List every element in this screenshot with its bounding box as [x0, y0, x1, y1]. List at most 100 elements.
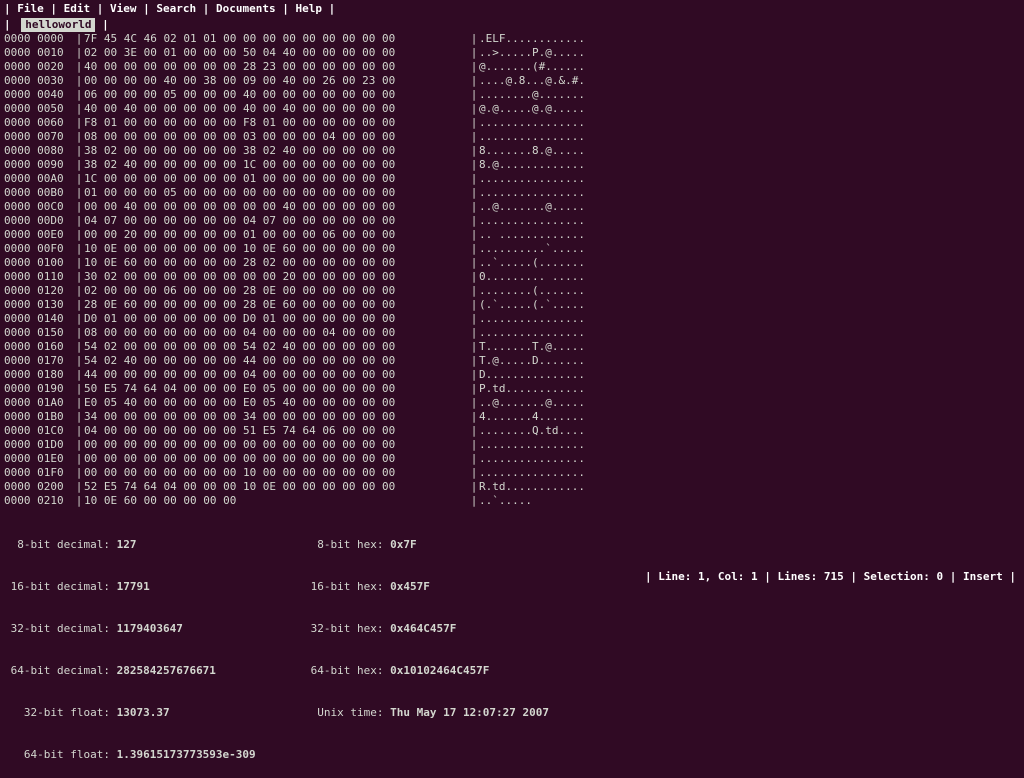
hex-bytes[interactable]: 40 00 40 00 00 00 00 00 40 00 40 00 00 0… — [84, 102, 469, 116]
hex-row[interactable]: 0000 00C0|00 00 40 00 00 00 00 00 00 00 … — [4, 200, 1020, 214]
ascii-bytes[interactable]: ..>.....P.@..... — [479, 46, 585, 60]
hex-row[interactable]: 0000 0040|06 00 00 00 05 00 00 00 40 00 … — [4, 88, 1020, 102]
hex-bytes[interactable]: 00 00 00 00 00 00 00 00 00 00 00 00 00 0… — [84, 438, 469, 452]
hex-bytes[interactable]: 50 E5 74 64 04 00 00 00 E0 05 00 00 00 0… — [84, 382, 469, 396]
ascii-bytes[interactable]: R.td............ — [479, 480, 585, 494]
hex-bytes[interactable]: 04 00 00 00 00 00 00 00 51 E5 74 64 06 0… — [84, 424, 469, 438]
hex-row[interactable]: 0000 0020|40 00 00 00 00 00 00 00 28 23 … — [4, 60, 1020, 74]
hex-bytes[interactable]: 08 00 00 00 00 00 00 00 04 00 00 00 04 0… — [84, 326, 469, 340]
hex-row[interactable]: 0000 0090|38 02 40 00 00 00 00 00 1C 00 … — [4, 158, 1020, 172]
menu-edit[interactable]: Edit — [64, 2, 91, 15]
hex-row[interactable]: 0000 00D0|04 07 00 00 00 00 00 00 04 07 … — [4, 214, 1020, 228]
ascii-bytes[interactable]: 0......... ..... — [479, 270, 585, 284]
menu-help[interactable]: Help — [295, 2, 322, 15]
hex-bytes[interactable]: 00 00 40 00 00 00 00 00 00 00 40 00 00 0… — [84, 200, 469, 214]
hex-row[interactable]: 0000 0060|F8 01 00 00 00 00 00 00 F8 01 … — [4, 116, 1020, 130]
hex-bytes[interactable]: D0 01 00 00 00 00 00 00 D0 01 00 00 00 0… — [84, 312, 469, 326]
hex-bytes[interactable]: 10 0E 00 00 00 00 00 00 10 0E 60 00 00 0… — [84, 242, 469, 256]
hex-bytes[interactable]: 00 00 00 00 40 00 38 00 09 00 40 00 26 0… — [84, 74, 469, 88]
ascii-bytes[interactable]: ................ — [479, 130, 585, 144]
ascii-bytes[interactable]: ................ — [479, 452, 585, 466]
hex-row[interactable]: 0000 0080|38 02 00 00 00 00 00 00 38 02 … — [4, 144, 1020, 158]
hex-row[interactable]: 0000 0200|52 E5 74 64 04 00 00 00 10 0E … — [4, 480, 1020, 494]
hex-bytes[interactable]: 54 02 40 00 00 00 00 00 44 00 00 00 00 0… — [84, 354, 469, 368]
hex-bytes[interactable]: 00 00 00 00 00 00 00 00 10 00 00 00 00 0… — [84, 466, 469, 480]
ascii-bytes[interactable]: P.td............ — [479, 382, 585, 396]
hex-row[interactable]: 0000 01E0|00 00 00 00 00 00 00 00 00 00 … — [4, 452, 1020, 466]
ascii-bytes[interactable]: D............... — [479, 368, 585, 382]
hex-bytes[interactable]: 38 02 00 00 00 00 00 00 38 02 40 00 00 0… — [84, 144, 469, 158]
hex-row[interactable]: 0000 00A0|1C 00 00 00 00 00 00 00 01 00 … — [4, 172, 1020, 186]
ascii-bytes[interactable]: ................ — [479, 172, 585, 186]
ascii-bytes[interactable]: ........Q.td.... — [479, 424, 585, 438]
ascii-bytes[interactable]: 8.......8.@..... — [479, 144, 585, 158]
hex-bytes[interactable]: 44 00 00 00 00 00 00 00 04 00 00 00 00 0… — [84, 368, 469, 382]
hex-row[interactable]: 0000 0150|08 00 00 00 00 00 00 00 04 00 … — [4, 326, 1020, 340]
ascii-bytes[interactable]: ................ — [479, 438, 585, 452]
hex-bytes[interactable]: 01 00 00 00 05 00 00 00 00 00 00 00 00 0… — [84, 186, 469, 200]
hex-row[interactable]: 0000 0170|54 02 40 00 00 00 00 00 44 00 … — [4, 354, 1020, 368]
hex-bytes[interactable]: 00 00 20 00 00 00 00 00 01 00 00 00 06 0… — [84, 228, 469, 242]
hex-row[interactable]: 0000 0030|00 00 00 00 40 00 38 00 09 00 … — [4, 74, 1020, 88]
ascii-bytes[interactable]: ..@.......@..... — [479, 396, 585, 410]
hex-bytes[interactable]: 1C 00 00 00 00 00 00 00 01 00 00 00 00 0… — [84, 172, 469, 186]
ascii-bytes[interactable]: ................ — [479, 214, 585, 228]
hex-row[interactable]: 0000 0210|10 0E 60 00 00 00 00 00|..`...… — [4, 494, 1020, 508]
hex-bytes[interactable]: 02 00 3E 00 01 00 00 00 50 04 40 00 00 0… — [84, 46, 469, 60]
menu-view[interactable]: View — [110, 2, 137, 15]
hex-row[interactable]: 0000 0110|30 02 00 00 00 00 00 00 00 00 … — [4, 270, 1020, 284]
ascii-bytes[interactable]: ........(....... — [479, 284, 585, 298]
hex-row[interactable]: 0000 0180|44 00 00 00 00 00 00 00 04 00 … — [4, 368, 1020, 382]
ascii-bytes[interactable]: @.......(#...... — [479, 60, 585, 74]
hex-row[interactable]: 0000 0130|28 0E 60 00 00 00 00 00 28 0E … — [4, 298, 1020, 312]
hex-row[interactable]: 0000 01F0|00 00 00 00 00 00 00 00 10 00 … — [4, 466, 1020, 480]
hex-row[interactable]: 0000 00E0|00 00 20 00 00 00 00 00 01 00 … — [4, 228, 1020, 242]
ascii-bytes[interactable]: ................ — [479, 116, 585, 130]
ascii-bytes[interactable]: .ELF............ — [479, 32, 585, 46]
hex-row[interactable]: 0000 0120|02 00 00 00 06 00 00 00 28 0E … — [4, 284, 1020, 298]
menu-file[interactable]: File — [17, 2, 44, 15]
hex-row[interactable]: 0000 00B0|01 00 00 00 05 00 00 00 00 00 … — [4, 186, 1020, 200]
hex-bytes[interactable]: 38 02 40 00 00 00 00 00 1C 00 00 00 00 0… — [84, 158, 469, 172]
hex-bytes[interactable]: 40 00 00 00 00 00 00 00 28 23 00 00 00 0… — [84, 60, 469, 74]
hex-bytes[interactable]: 7F 45 4C 46 02 01 01 00 00 00 00 00 00 0… — [84, 32, 469, 46]
hex-bytes[interactable]: 30 02 00 00 00 00 00 00 00 00 20 00 00 0… — [84, 270, 469, 284]
hex-bytes[interactable]: 52 E5 74 64 04 00 00 00 10 0E 00 00 00 0… — [84, 480, 469, 494]
ascii-bytes[interactable]: 4.......4....... — [479, 410, 585, 424]
ascii-bytes[interactable]: ........@....... — [479, 88, 585, 102]
hex-row[interactable]: 0000 0140|D0 01 00 00 00 00 00 00 D0 01 … — [4, 312, 1020, 326]
hex-row[interactable]: 0000 00F0|10 0E 00 00 00 00 00 00 10 0E … — [4, 242, 1020, 256]
hex-bytes[interactable]: 10 0E 60 00 00 00 00 00 — [84, 494, 469, 508]
ascii-bytes[interactable]: @.@.....@.@..... — [479, 102, 585, 116]
hex-row[interactable]: 0000 0010|02 00 3E 00 01 00 00 00 50 04 … — [4, 46, 1020, 60]
hex-row[interactable]: 0000 0100|10 0E 60 00 00 00 00 00 28 02 … — [4, 256, 1020, 270]
ascii-bytes[interactable]: ................ — [479, 466, 585, 480]
hex-bytes[interactable]: F8 01 00 00 00 00 00 00 F8 01 00 00 00 0… — [84, 116, 469, 130]
menu-search[interactable]: Search — [156, 2, 196, 15]
ascii-bytes[interactable]: ................ — [479, 186, 585, 200]
hex-bytes[interactable]: 34 00 00 00 00 00 00 00 34 00 00 00 00 0… — [84, 410, 469, 424]
ascii-bytes[interactable]: 8.@............. — [479, 158, 585, 172]
menu-documents[interactable]: Documents — [216, 2, 276, 15]
hex-row[interactable]: 0000 0000|7F 45 4C 46 02 01 01 00 00 00 … — [4, 32, 1020, 46]
hex-row[interactable]: 0000 01C0|04 00 00 00 00 00 00 00 51 E5 … — [4, 424, 1020, 438]
hex-row[interactable]: 0000 0050|40 00 40 00 00 00 00 00 40 00 … — [4, 102, 1020, 116]
hex-bytes[interactable]: 10 0E 60 00 00 00 00 00 28 02 00 00 00 0… — [84, 256, 469, 270]
hex-bytes[interactable]: 00 00 00 00 00 00 00 00 00 00 00 00 00 0… — [84, 452, 469, 466]
hex-bytes[interactable]: E0 05 40 00 00 00 00 00 E0 05 40 00 00 0… — [84, 396, 469, 410]
hex-row[interactable]: 0000 0160|54 02 00 00 00 00 00 00 54 02 … — [4, 340, 1020, 354]
ascii-bytes[interactable]: T.@.....D....... — [479, 354, 585, 368]
hex-bytes[interactable]: 08 00 00 00 00 00 00 00 03 00 00 00 04 0… — [84, 130, 469, 144]
hex-row[interactable]: 0000 01B0|34 00 00 00 00 00 00 00 34 00 … — [4, 410, 1020, 424]
hex-dump-area[interactable]: 0000 0000|7F 45 4C 46 02 01 01 00 00 00 … — [0, 32, 1024, 508]
hex-bytes[interactable]: 06 00 00 00 05 00 00 00 40 00 00 00 00 0… — [84, 88, 469, 102]
ascii-bytes[interactable]: T.......T.@..... — [479, 340, 585, 354]
hex-row[interactable]: 0000 01D0|00 00 00 00 00 00 00 00 00 00 … — [4, 438, 1020, 452]
hex-row[interactable]: 0000 01A0|E0 05 40 00 00 00 00 00 E0 05 … — [4, 396, 1020, 410]
hex-row[interactable]: 0000 0190|50 E5 74 64 04 00 00 00 E0 05 … — [4, 382, 1020, 396]
ascii-bytes[interactable]: (.`.....(.`..... — [479, 298, 585, 312]
hex-bytes[interactable]: 04 07 00 00 00 00 00 00 04 07 00 00 00 0… — [84, 214, 469, 228]
ascii-bytes[interactable]: .. ............. — [479, 228, 585, 242]
ascii-bytes[interactable]: ..`..... — [479, 494, 532, 508]
ascii-bytes[interactable]: ................ — [479, 326, 585, 340]
